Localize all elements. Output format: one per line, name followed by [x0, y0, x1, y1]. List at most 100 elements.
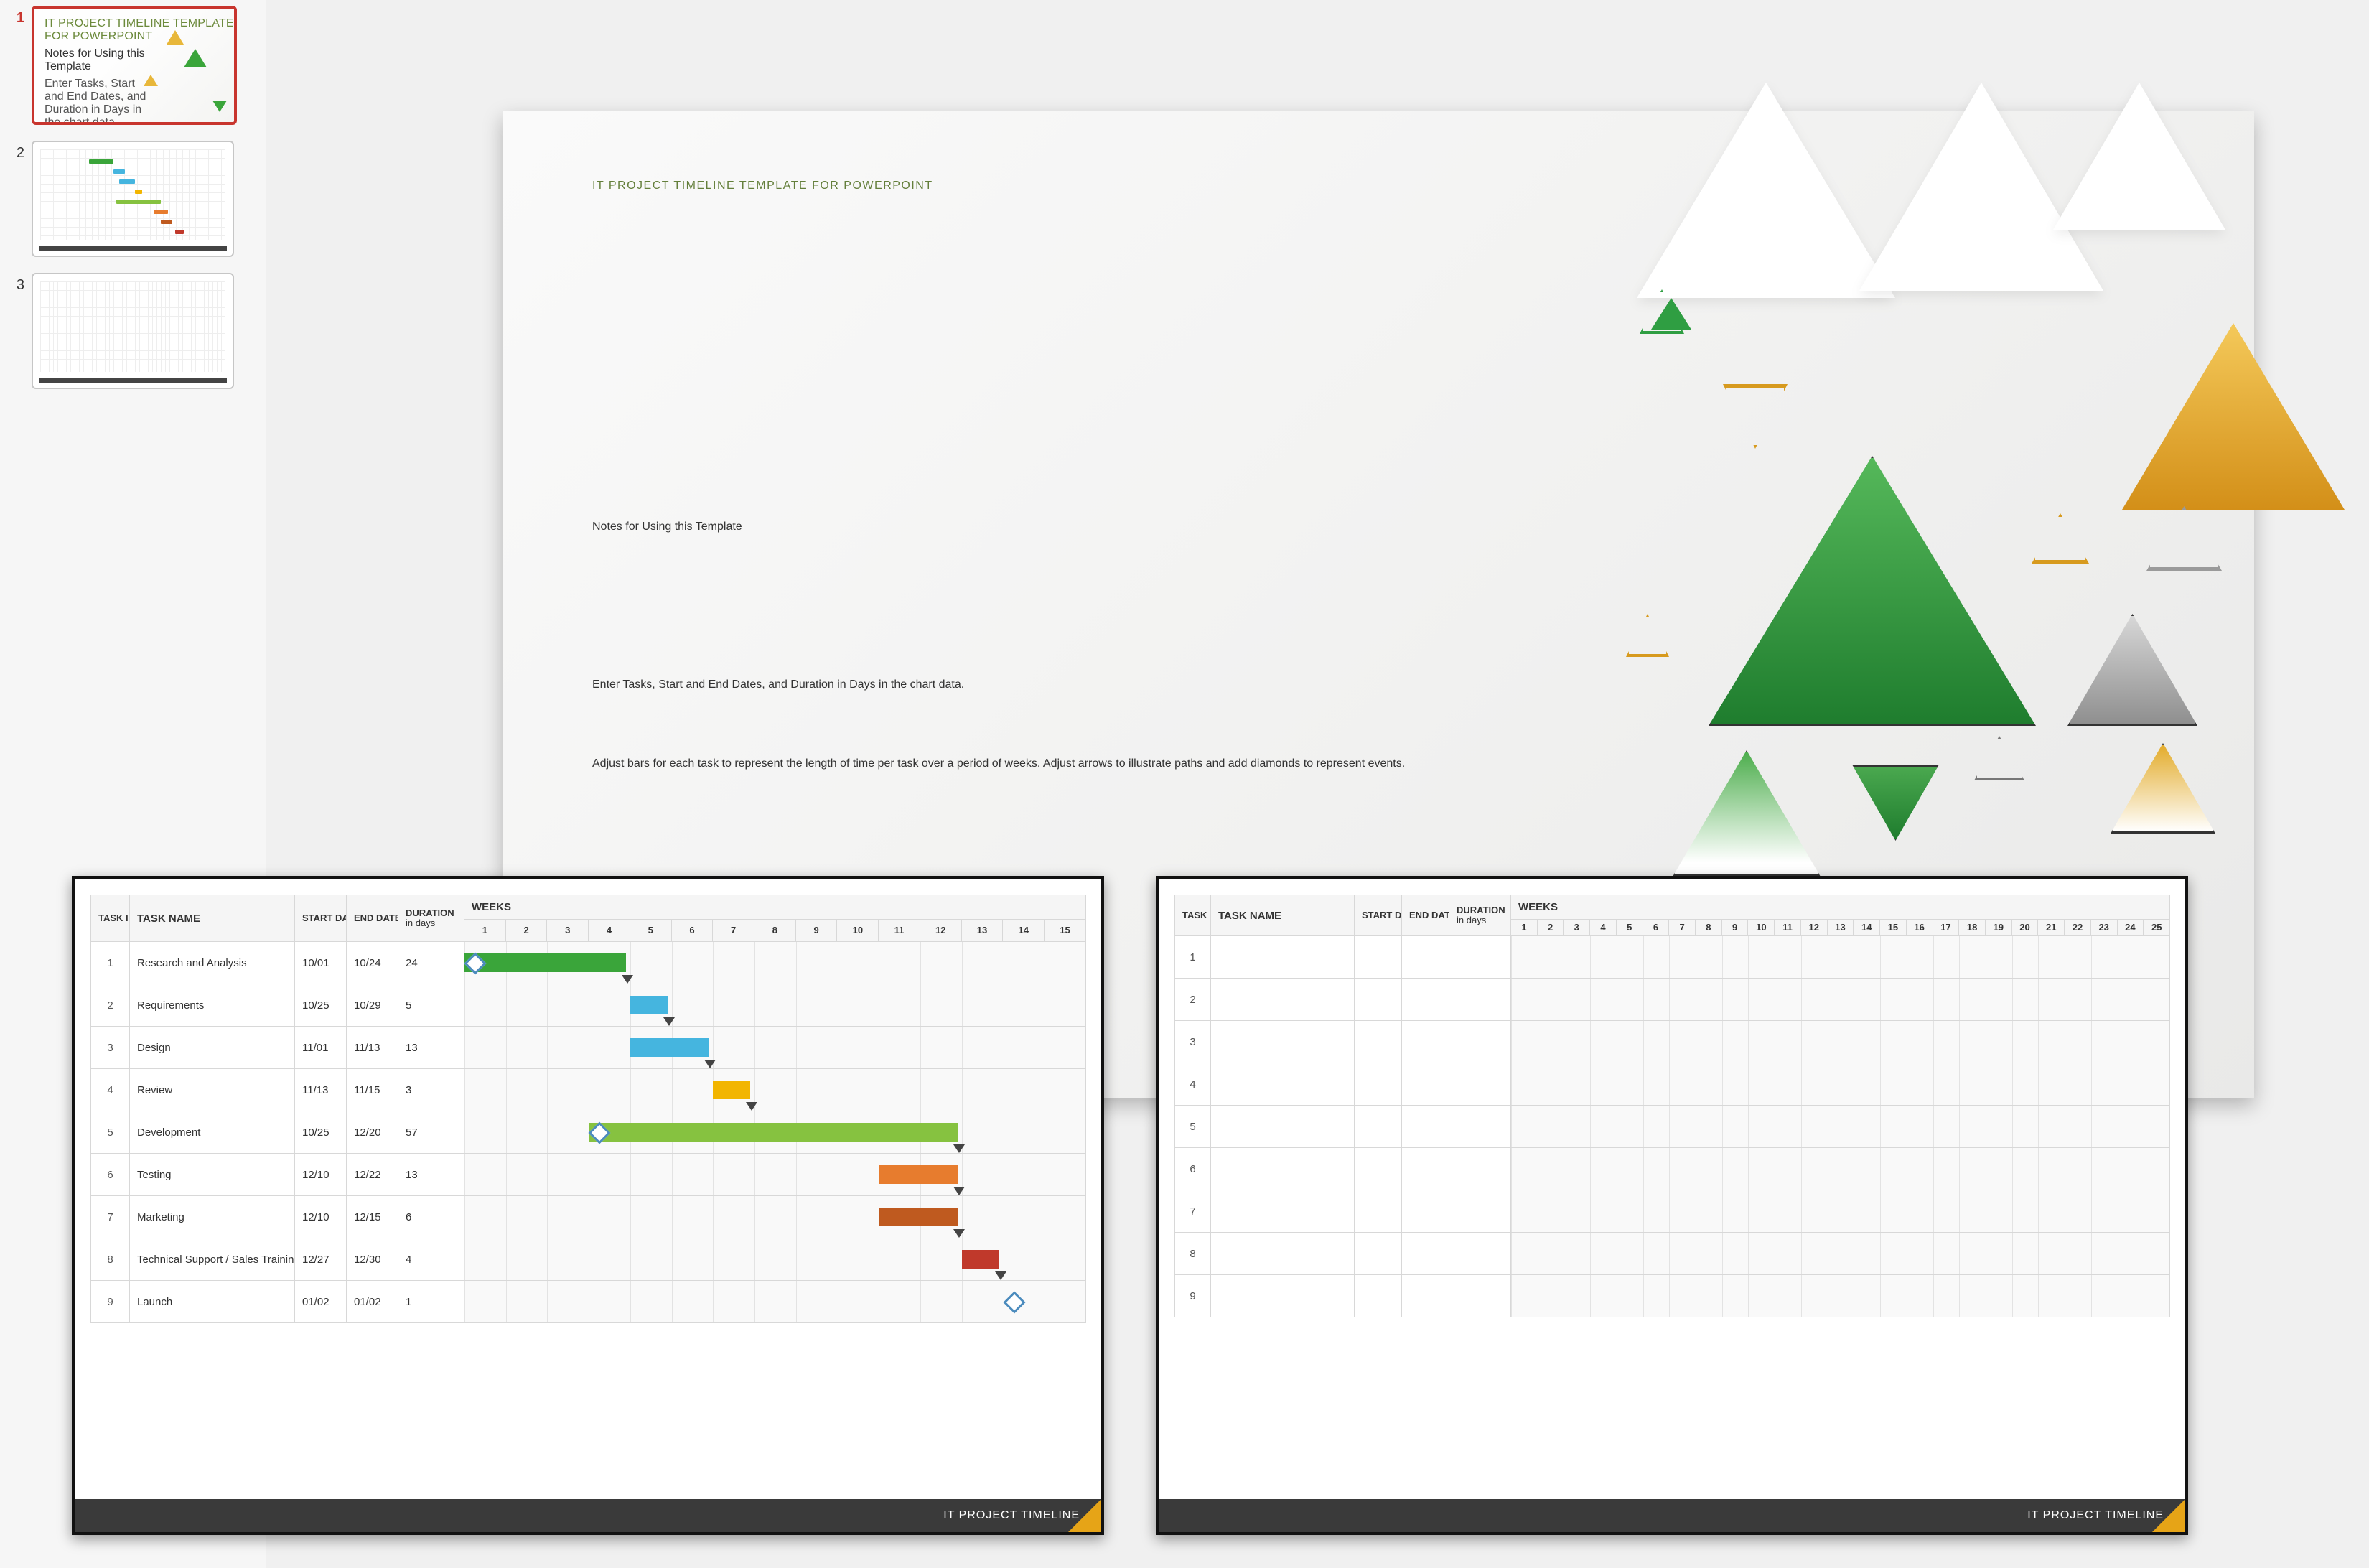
- cell-start: 10/25: [295, 1111, 347, 1154]
- week-header: 1: [464, 920, 506, 942]
- cell-start: 11/13: [295, 1069, 347, 1111]
- cell-task-name[interactable]: [1211, 1148, 1355, 1190]
- thumbnail-slide-3[interactable]: 3: [6, 273, 266, 389]
- arrow-down-icon: [704, 1060, 716, 1068]
- cell-start[interactable]: [1355, 1063, 1402, 1106]
- gantt-row-canvas[interactable]: [464, 1027, 1086, 1069]
- cell-end[interactable]: [1402, 1275, 1449, 1317]
- cell-task-name[interactable]: [1211, 1106, 1355, 1148]
- gantt-bar[interactable]: [713, 1081, 750, 1099]
- cell-start: 12/27: [295, 1238, 347, 1281]
- cell-duration[interactable]: [1449, 1063, 1511, 1106]
- gantt-row-canvas[interactable]: [464, 1154, 1086, 1196]
- cell-task-id: 8: [91, 1238, 130, 1281]
- cell-task-name: Testing: [130, 1154, 295, 1196]
- cell-end[interactable]: [1402, 1063, 1449, 1106]
- cell-task-name[interactable]: [1211, 1021, 1355, 1063]
- triangle-icon: [2067, 614, 2197, 726]
- table-row: 4: [1175, 1063, 2170, 1106]
- cell-task-name[interactable]: [1211, 979, 1355, 1021]
- gantt-row-canvas[interactable]: [464, 1238, 1086, 1281]
- gantt-panel-populated[interactable]: TASK ID TASK NAME START DATE END DATE DU…: [72, 876, 1104, 1535]
- cell-task-name[interactable]: [1211, 1190, 1355, 1233]
- cell-duration[interactable]: [1449, 979, 1511, 1021]
- gantt-bar[interactable]: [630, 1038, 709, 1057]
- cell-task-name[interactable]: [1211, 1275, 1355, 1317]
- cell-task-id: 4: [91, 1069, 130, 1111]
- gantt-row-canvas[interactable]: [464, 1111, 1086, 1154]
- gantt-row-canvas[interactable]: [1511, 1275, 2170, 1317]
- cell-end[interactable]: [1402, 1190, 1449, 1233]
- week-header: 13: [961, 920, 1003, 942]
- col-end: END DATE: [1402, 895, 1449, 936]
- cell-start[interactable]: [1355, 979, 1402, 1021]
- gantt-bar[interactable]: [589, 1123, 958, 1142]
- cell-task-id: 9: [1175, 1275, 1211, 1317]
- week-header: 10: [1748, 920, 1775, 936]
- cell-end[interactable]: [1402, 979, 1449, 1021]
- cell-end[interactable]: [1402, 1021, 1449, 1063]
- cell-duration[interactable]: [1449, 936, 1511, 979]
- thumb-title: IT PROJECT TIMELINE TEMPLATE FOR POWERPO…: [45, 17, 234, 43]
- gantt-row-canvas[interactable]: [1511, 1063, 2170, 1106]
- gantt-panel-blank[interactable]: TASK ID TASK NAME START DATE END DATE DU…: [1156, 876, 2188, 1535]
- gantt-bar[interactable]: [879, 1208, 957, 1226]
- week-header: 15: [1880, 920, 1907, 936]
- gantt-row-canvas[interactable]: [1511, 979, 2170, 1021]
- cell-task-id: 6: [1175, 1148, 1211, 1190]
- cell-start[interactable]: [1355, 1021, 1402, 1063]
- cell-end[interactable]: [1402, 1148, 1449, 1190]
- gantt-row-canvas[interactable]: [464, 1281, 1086, 1323]
- cell-duration[interactable]: [1449, 1233, 1511, 1275]
- cell-duration[interactable]: [1449, 1148, 1511, 1190]
- gantt-bar[interactable]: [464, 953, 626, 972]
- cell-end[interactable]: [1402, 1106, 1449, 1148]
- cell-task-name[interactable]: [1211, 1233, 1355, 1275]
- table-row: 3 Design 11/01 11/13 13: [91, 1027, 1086, 1069]
- cell-start[interactable]: [1355, 1233, 1402, 1275]
- cell-task-name[interactable]: [1211, 936, 1355, 979]
- gantt-row-canvas[interactable]: [1511, 1190, 2170, 1233]
- cell-duration: 13: [398, 1154, 464, 1196]
- triangle-icon: [144, 75, 158, 86]
- gantt-row-canvas[interactable]: [1511, 1148, 2170, 1190]
- gantt-row-canvas[interactable]: [1511, 1021, 2170, 1063]
- gantt-row-canvas[interactable]: [464, 1196, 1086, 1238]
- gantt-row-canvas[interactable]: [1511, 1233, 2170, 1275]
- gantt-bar[interactable]: [879, 1165, 957, 1184]
- gantt-bar[interactable]: [962, 1250, 999, 1269]
- thumbnail-slide-1[interactable]: 1 IT PROJECT TIMELINE TEMPLATE FOR POWER…: [6, 6, 266, 125]
- mini-bar-icon: [161, 220, 172, 224]
- gantt-row-canvas[interactable]: [1511, 936, 2170, 979]
- table-row: 5 Development 10/25 12/20 57: [91, 1111, 1086, 1154]
- table-row: 8: [1175, 1233, 2170, 1275]
- week-header: 3: [1564, 920, 1590, 936]
- gantt-bar[interactable]: [630, 996, 668, 1014]
- cell-start[interactable]: [1355, 1106, 1402, 1148]
- gantt-row-canvas[interactable]: [464, 984, 1086, 1027]
- triangle-icon: [184, 49, 207, 67]
- cell-duration[interactable]: [1449, 1190, 1511, 1233]
- week-header: 14: [1003, 920, 1045, 942]
- cell-duration: 3: [398, 1069, 464, 1111]
- cell-duration[interactable]: [1449, 1106, 1511, 1148]
- gantt-row-canvas[interactable]: [1511, 1106, 2170, 1148]
- col-duration: DURATIONin days: [1449, 895, 1511, 936]
- gantt-row-canvas[interactable]: [464, 942, 1086, 984]
- cell-duration[interactable]: [1449, 1021, 1511, 1063]
- cell-duration[interactable]: [1449, 1275, 1511, 1317]
- table-row: 1: [1175, 936, 2170, 979]
- cell-task-name[interactable]: [1211, 1063, 1355, 1106]
- cell-start[interactable]: [1355, 1275, 1402, 1317]
- cell-end[interactable]: [1402, 936, 1449, 979]
- cell-end[interactable]: [1402, 1233, 1449, 1275]
- thumbnail-slide-2[interactable]: 2: [6, 141, 266, 257]
- week-header: 13: [1827, 920, 1854, 936]
- cell-end: 12/22: [347, 1154, 398, 1196]
- gantt-row-canvas[interactable]: [464, 1069, 1086, 1111]
- cell-start[interactable]: [1355, 936, 1402, 979]
- cell-start: 12/10: [295, 1154, 347, 1196]
- cell-start[interactable]: [1355, 1190, 1402, 1233]
- cell-start[interactable]: [1355, 1148, 1402, 1190]
- triangle-icon: [2053, 83, 2225, 230]
